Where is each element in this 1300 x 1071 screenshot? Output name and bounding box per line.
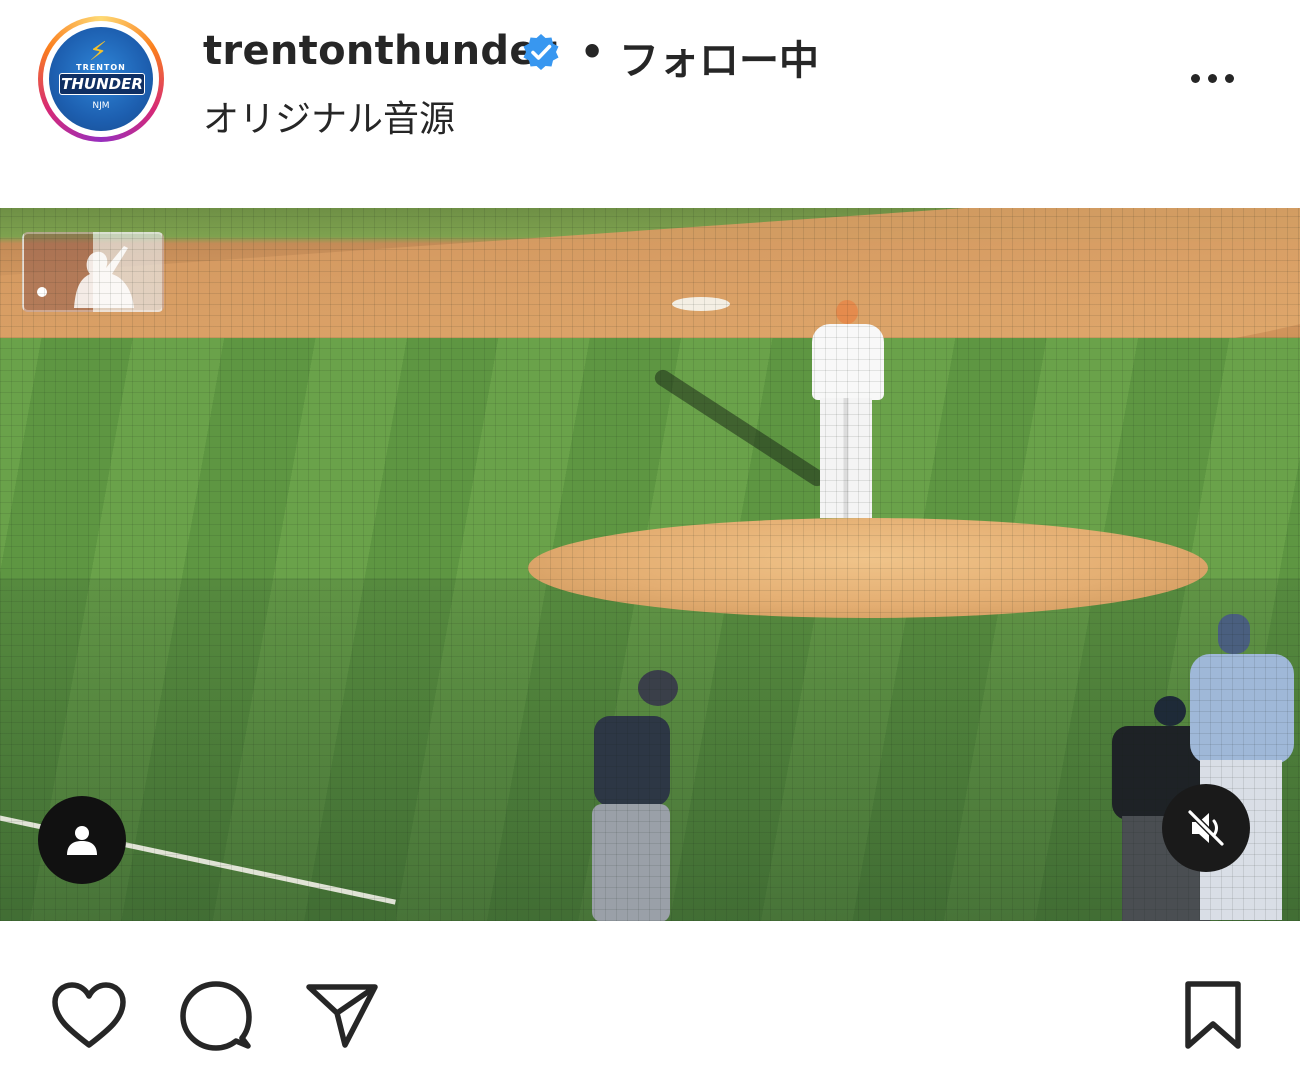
user-tag-button[interactable]: [38, 796, 126, 884]
user-tag-icon: [67, 826, 97, 855]
pitchers-mound: [528, 518, 1208, 618]
avatar[interactable]: ⚡ TRENTON THUNDER NJM: [49, 27, 153, 131]
paper-plane-icon: [306, 984, 378, 1048]
lightning-bolt-icon: ⚡: [89, 37, 108, 67]
like-button[interactable]: [48, 977, 130, 1053]
avatar-logo-main: THUNDER: [59, 73, 145, 95]
comment-bubble-icon: [180, 981, 252, 1051]
separator-dot: •: [580, 30, 605, 74]
second-base: [672, 297, 730, 311]
video-player[interactable]: [0, 208, 1300, 921]
more-options-icon[interactable]: [1184, 64, 1240, 92]
avatar-logo-top: TRENTON: [76, 63, 126, 72]
comment-button[interactable]: [176, 977, 256, 1055]
avatar-logo-sub: NJM: [92, 101, 110, 111]
save-button[interactable]: [1178, 977, 1248, 1053]
username-link[interactable]: trentonthunder: [203, 28, 557, 74]
batter-figure: [586, 670, 696, 921]
audio-link[interactable]: オリジナル音源: [203, 90, 455, 142]
following-button[interactable]: フォロー中: [619, 28, 819, 86]
bookmark-icon: [1185, 981, 1241, 1049]
catcher-figure: [1186, 610, 1298, 921]
speaker-muted-icon: [1187, 809, 1225, 847]
verified-badge-icon: [523, 34, 559, 70]
mute-toggle-button[interactable]: [1162, 784, 1250, 872]
share-button[interactable]: [302, 977, 382, 1053]
avatar-story-ring[interactable]: ⚡ TRENTON THUNDER NJM: [38, 16, 164, 142]
action-bar: [0, 921, 1300, 1071]
heart-icon: [52, 982, 126, 1048]
post-header: ⚡ TRENTON THUNDER NJM trentonthunder • フ…: [0, 0, 1300, 200]
mlb-logo-watermark: [22, 232, 164, 312]
pitcher-figure: [806, 300, 888, 518]
